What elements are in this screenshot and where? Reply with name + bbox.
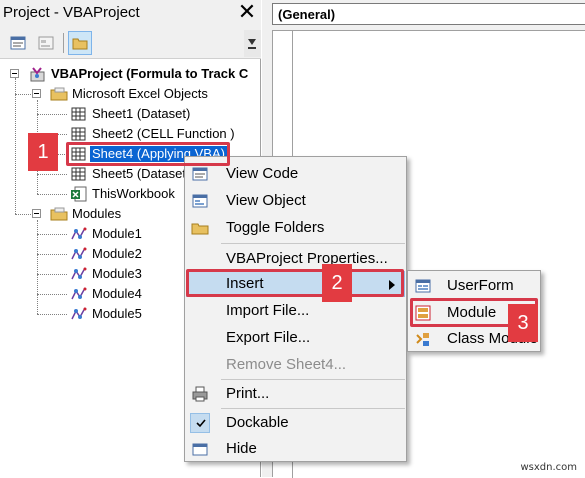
menu-label: Hide <box>226 440 257 457</box>
step-badge-3: 3 <box>508 304 538 342</box>
menu-item-export-file[interactable]: Export File... <box>186 325 405 351</box>
view-object-icon <box>38 36 54 50</box>
tree-label: Sheet1 (Dataset) <box>92 106 191 121</box>
tree-label: Module3 <box>92 266 142 281</box>
worksheet-icon <box>71 107 86 121</box>
submenu-item-userform[interactable]: UserForm <box>409 273 539 299</box>
scroll-down-button[interactable] <box>244 30 261 57</box>
menu-label: Export File... <box>226 329 311 346</box>
folder-icon <box>50 87 68 101</box>
panel-title-bar: Project - VBAProject ✕ <box>0 0 261 27</box>
view-code-button[interactable] <box>6 31 30 55</box>
tree-label: Sheet2 (CELL Function ) <box>92 126 235 141</box>
userform-icon <box>415 279 431 293</box>
view-code-icon <box>192 167 208 181</box>
menu-separator <box>221 408 405 409</box>
menu-label: View Object <box>226 192 306 209</box>
folder-icon <box>72 38 88 50</box>
menu-item-hide[interactable]: Hide <box>186 436 405 462</box>
class-module-icon <box>416 333 429 346</box>
menu-label: UserForm <box>447 277 514 294</box>
menu-label: Toggle Folders <box>226 219 325 236</box>
hide-window-icon <box>192 443 208 456</box>
menu-item-import-file[interactable]: Import File... <box>186 298 405 324</box>
worksheet-icon <box>71 127 86 141</box>
expand-excel-objects-toggle[interactable] <box>32 89 41 98</box>
menu-item-view-object[interactable]: View Object <box>186 188 405 214</box>
toolbar-separator <box>63 33 64 53</box>
module-icon <box>71 247 87 260</box>
folder-icon <box>50 207 68 221</box>
menu-label: VBAProject Properties... <box>226 250 388 267</box>
context-menu: View Code View Object Toggle Folders VBA… <box>184 156 407 462</box>
module-icon <box>71 287 87 300</box>
workbook-icon <box>71 186 87 202</box>
tree-label: Sheet5 (Dataset <box>92 166 186 181</box>
checkmark-icon <box>196 419 206 428</box>
menu-label: Remove Sheet4... <box>226 356 347 373</box>
menu-separator <box>221 379 405 380</box>
close-icon[interactable]: ✕ <box>236 2 258 24</box>
folder-icon <box>191 223 209 235</box>
tree-label: Module5 <box>92 306 142 321</box>
tree-label: VBAProject (Formula to Track C <box>51 66 249 81</box>
menu-separator <box>221 243 405 244</box>
panel-title: Project - VBAProject <box>3 4 140 21</box>
chevron-down-icon <box>248 39 256 45</box>
vba-project-icon <box>30 67 45 82</box>
module-icon <box>71 267 87 280</box>
tree-label: Modules <box>72 206 122 221</box>
tree-label: Module2 <box>92 246 142 261</box>
menu-label: Print... <box>226 385 270 402</box>
watermark: wsxdn.com <box>520 462 577 473</box>
toggle-folders-button[interactable] <box>68 31 92 55</box>
step-badge-2: 2 <box>322 264 352 302</box>
expand-modules-toggle[interactable] <box>32 209 41 218</box>
tree-label: ThisWorkbook <box>92 186 175 201</box>
highlight-box-sheet4 <box>66 142 230 166</box>
worksheet-icon <box>71 167 86 181</box>
menu-label: View Code <box>226 165 299 182</box>
tree-label: Microsoft Excel Objects <box>72 86 208 101</box>
view-object-icon <box>192 194 208 208</box>
expand-project-toggle[interactable] <box>10 69 19 78</box>
tree-label: Module1 <box>92 226 142 241</box>
menu-label: Import File... <box>226 302 310 319</box>
menu-item-toggle-folders[interactable]: Toggle Folders <box>186 215 405 241</box>
project-toolbar <box>0 27 261 59</box>
printer-icon <box>192 386 208 402</box>
menu-item-dockable[interactable]: Dockable <box>186 410 405 436</box>
view-object-button[interactable] <box>34 31 58 55</box>
menu-item-print[interactable]: Print... <box>186 381 405 407</box>
module-icon <box>71 227 87 240</box>
step-badge-1: 1 <box>28 133 58 171</box>
highlight-box-insert <box>186 269 404 297</box>
object-dropdown[interactable]: (General) <box>272 3 585 25</box>
tree-label: Module4 <box>92 286 142 301</box>
module-icon <box>71 307 87 320</box>
view-code-icon <box>10 36 26 50</box>
menu-label: Dockable <box>226 414 289 431</box>
menu-item-remove[interactable]: Remove Sheet4... <box>186 352 405 378</box>
object-dropdown-value: (General) <box>278 7 336 22</box>
